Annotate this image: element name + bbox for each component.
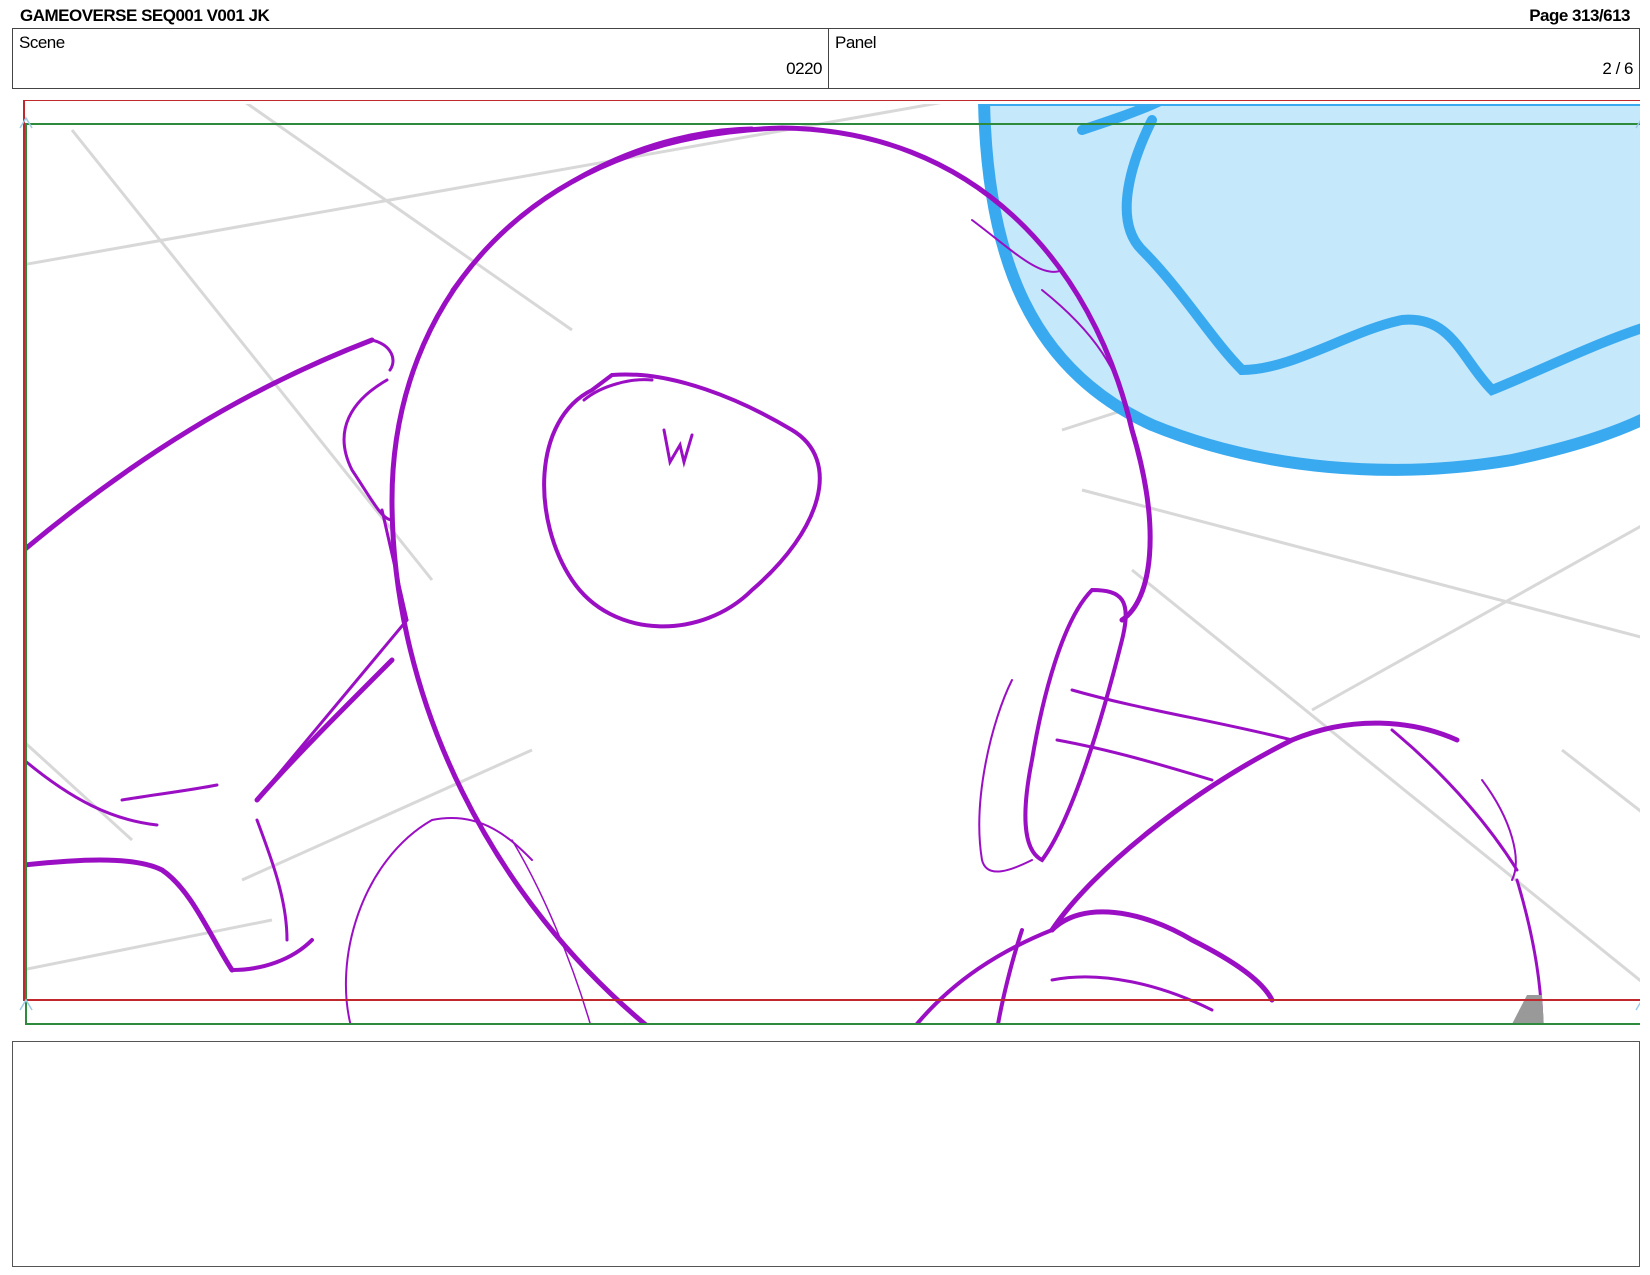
page-number: Page 313/613	[1529, 6, 1630, 25]
panel-number: 2 / 6	[1602, 59, 1633, 78]
panel-notes[interactable]	[12, 1041, 1640, 1267]
document-title: GAMEOVERSE SEQ001 V001 JK	[20, 6, 270, 25]
corner-marker-icon	[1635, 998, 1649, 1011]
panel-cell: Panel 2 / 6	[829, 29, 1639, 88]
panel-sketch	[19, 99, 1649, 1025]
storyboard-panel	[12, 99, 1649, 1028]
scene-cell: Scene 0220	[13, 29, 829, 88]
speech-bubble	[978, 104, 1644, 476]
scene-panel-info: Scene 0220 Panel 2 / 6	[12, 28, 1640, 89]
scene-number: 0220	[786, 59, 822, 78]
scene-label: Scene	[19, 33, 65, 52]
panel-label: Panel	[835, 33, 876, 52]
